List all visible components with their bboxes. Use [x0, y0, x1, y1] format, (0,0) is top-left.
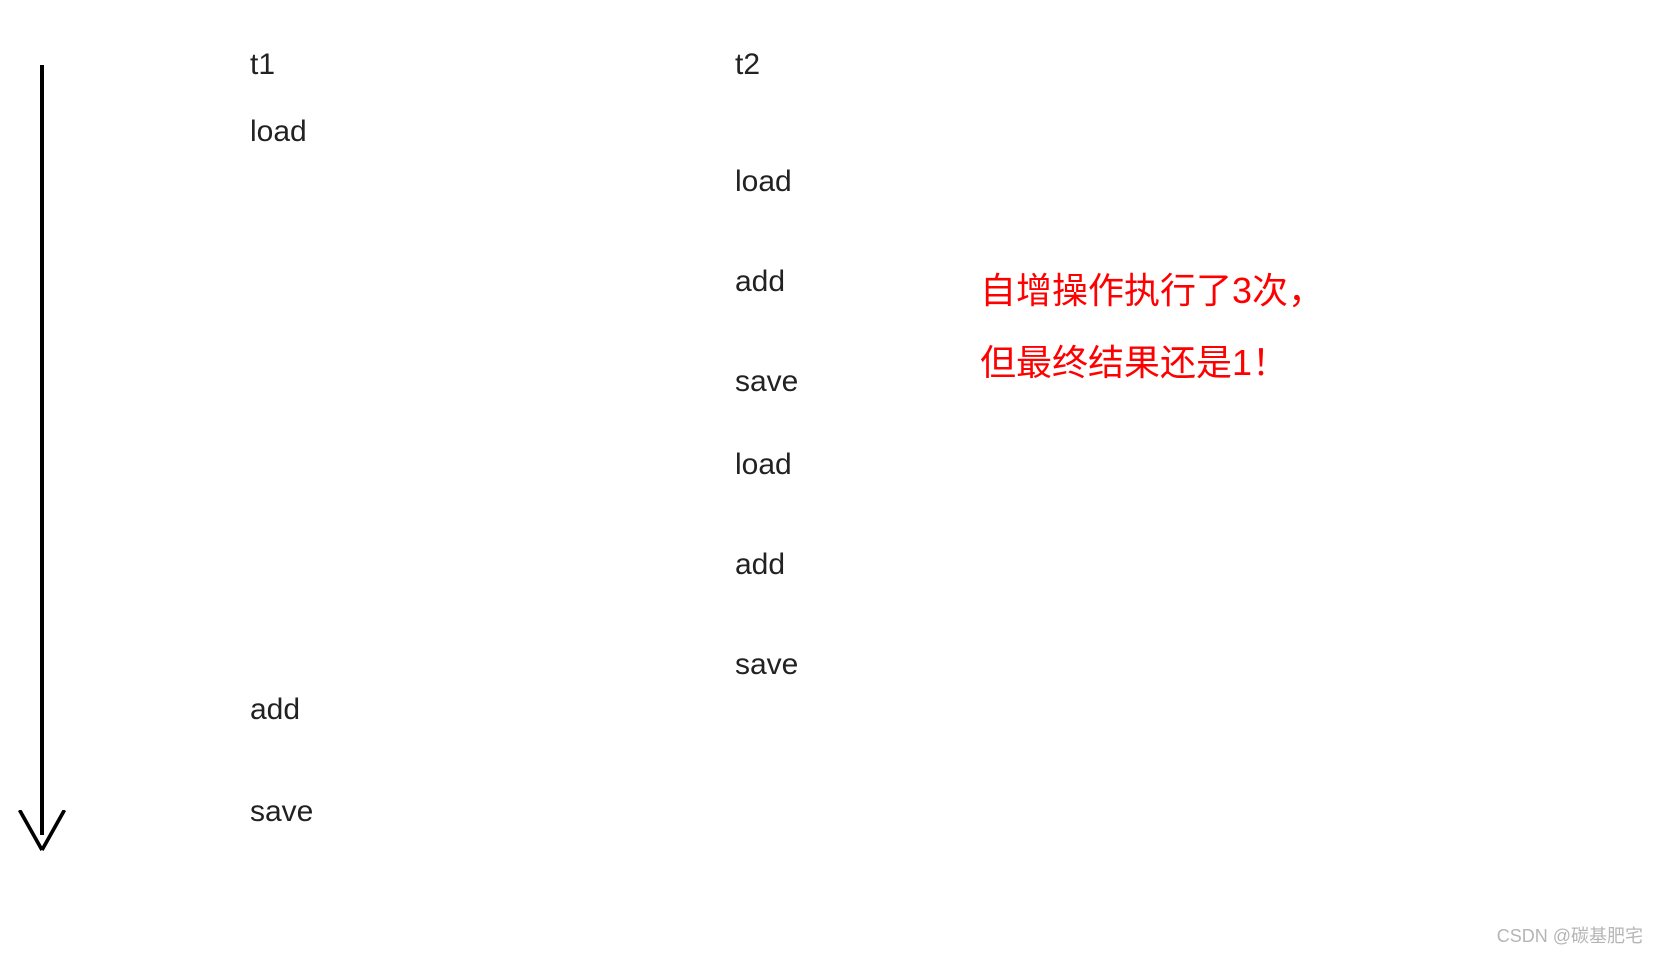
watermark: CSDN @碳基肥宅 [1497, 922, 1643, 948]
t1-op-save: save [250, 795, 313, 829]
thread1-header: t1 [250, 48, 275, 82]
t2-op-load-2: load [735, 448, 792, 482]
t2-op-load-1: load [735, 165, 792, 199]
t2-op-save-2: save [735, 648, 798, 682]
timeline-arrow-shaft [40, 65, 44, 835]
t2-op-add-1: add [735, 265, 785, 299]
t2-op-add-2: add [735, 548, 785, 582]
t2-op-save-1: save [735, 365, 798, 399]
timeline-arrow-head [15, 810, 69, 860]
annotation-text: 自增操作执行了3次， 但最终结果还是1！ [980, 255, 1324, 399]
t1-op-add: add [250, 693, 300, 727]
annotation-line1: 自增操作执行了3次， [980, 255, 1324, 327]
annotation-line2: 但最终结果还是1！ [980, 327, 1324, 399]
thread2-header: t2 [735, 48, 760, 82]
t1-op-load: load [250, 115, 307, 149]
